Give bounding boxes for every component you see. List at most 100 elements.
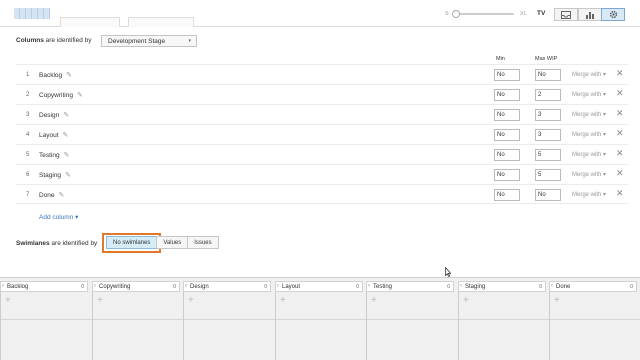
plus-icon[interactable]: + — [5, 296, 11, 306]
board-column-header[interactable]: ‹ Layout 0 — [275, 281, 363, 292]
chevron-left-icon[interactable]: ‹ — [460, 283, 462, 289]
plus-icon[interactable]: + — [371, 296, 377, 306]
swimlanes-identified-label: Swimlanes are identified by — [16, 240, 97, 247]
pencil-icon[interactable]: ✎ — [64, 152, 70, 159]
merge-with-dropdown[interactable]: Merge with ▾ — [572, 111, 606, 118]
close-icon[interactable]: ✕ — [616, 109, 624, 118]
plus-icon[interactable]: + — [188, 296, 194, 306]
close-icon[interactable]: ✕ — [616, 189, 624, 198]
plus-icon[interactable]: + — [280, 296, 286, 306]
merge-with-dropdown[interactable]: Merge with ▾ — [572, 151, 606, 158]
merge-with-dropdown[interactable]: Merge with ▾ — [572, 91, 606, 98]
zoom-slider-thumb[interactable] — [452, 10, 460, 18]
close-icon[interactable]: ✕ — [616, 169, 624, 178]
column-name: Layout ✎ — [39, 131, 68, 139]
max-wip-input[interactable]: No — [535, 69, 561, 81]
board-filter-field[interactable] — [128, 17, 194, 27]
column-name: Testing ✎ — [39, 151, 69, 159]
swimlane-option-group: No swimlanes Values Issues — [106, 236, 219, 249]
issues-button[interactable]: Issues — [187, 236, 219, 249]
max-wip-input[interactable]: 5 — [535, 149, 561, 161]
pencil-icon[interactable]: ✎ — [59, 192, 65, 199]
max-wip-input[interactable]: No — [535, 189, 561, 201]
plus-icon[interactable]: + — [97, 296, 103, 306]
board-column-done: ‹ Done 0 + — [549, 281, 637, 360]
chevron-left-icon[interactable]: ‹ — [185, 283, 187, 289]
column-name-text: Design — [39, 112, 60, 119]
no-swimlanes-button[interactable]: No swimlanes — [106, 236, 158, 249]
board-column-copywriting: ‹ Copywriting 0 + — [92, 281, 180, 360]
close-icon[interactable]: ✕ — [616, 69, 624, 78]
board-column-header[interactable]: ‹ Testing 0 — [366, 281, 454, 292]
row-number: 2 — [26, 92, 30, 98]
board-column-body: + — [275, 292, 363, 360]
column-name: Staging ✎ — [39, 171, 71, 179]
min-input[interactable]: No — [494, 69, 520, 81]
board-column-name: Design — [190, 284, 209, 290]
row-number: 5 — [26, 152, 30, 158]
board-column-header[interactable]: ‹ Staging 0 — [458, 281, 546, 292]
max-wip-input[interactable]: 3 — [535, 129, 561, 141]
chevron-left-icon[interactable]: ‹ — [368, 283, 370, 289]
board-column-staging: ‹ Staging 0 + — [458, 281, 546, 360]
values-button[interactable]: Values — [156, 236, 189, 249]
bar-chart-icon — [586, 11, 594, 19]
board-column-count: 0 — [447, 284, 450, 290]
chevron-down-icon: ▾ — [188, 38, 191, 44]
chevron-left-icon[interactable]: ‹ — [94, 283, 96, 289]
board-column-header[interactable]: ‹ Done 0 — [549, 281, 637, 292]
board-column-header[interactable]: ‹ Design 0 — [183, 281, 271, 292]
board-column-count: 0 — [630, 284, 633, 290]
close-icon[interactable]: ✕ — [616, 129, 624, 138]
min-input[interactable]: No — [494, 189, 520, 201]
settings-view-button[interactable] — [601, 8, 625, 21]
board-column-body: + — [549, 292, 637, 360]
add-column-link[interactable]: Add column ▾ — [39, 213, 78, 221]
min-input[interactable]: No — [494, 89, 520, 101]
merge-with-dropdown[interactable]: Merge with ▾ — [572, 171, 606, 178]
tv-mode-button[interactable]: TV — [537, 10, 545, 17]
max-wip-input[interactable]: 3 — [535, 109, 561, 121]
max-wip-input[interactable]: 5 — [535, 169, 561, 181]
board-column-header[interactable]: ‹ Copywriting 0 — [92, 281, 180, 292]
column-list: 1 Backlog ✎ No No Merge with ▾ ✕ 2 Copywr… — [16, 64, 628, 204]
columns-identified-label: Columns are identified by — [16, 37, 92, 44]
min-input[interactable]: No — [494, 129, 520, 141]
min-input[interactable]: No — [494, 169, 520, 181]
chevron-left-icon[interactable]: ‹ — [277, 283, 279, 289]
merge-with-dropdown[interactable]: Merge with ▾ — [572, 71, 606, 78]
board-column-name: Done — [556, 284, 571, 290]
zoom-max-label: XL — [520, 11, 527, 17]
board-column-count: 0 — [81, 284, 84, 290]
plus-icon[interactable]: + — [463, 296, 469, 306]
max-wip-input[interactable]: 2 — [535, 89, 561, 101]
merge-with-dropdown[interactable]: Merge with ▾ — [572, 131, 606, 138]
min-input[interactable]: No — [494, 109, 520, 121]
zoom-slider[interactable] — [452, 10, 514, 18]
pencil-icon[interactable]: ✎ — [77, 92, 83, 99]
close-icon[interactable]: ✕ — [616, 89, 624, 98]
min-header: Min — [496, 56, 505, 62]
board-column-testing: ‹ Testing 0 + — [366, 281, 454, 360]
row-number: 6 — [26, 172, 30, 178]
board-column-header[interactable]: ‹ Backlog 0 — [0, 281, 88, 292]
pencil-icon[interactable]: ✎ — [63, 112, 69, 119]
close-icon[interactable]: ✕ — [616, 149, 624, 158]
app-logo — [14, 8, 50, 19]
chevron-left-icon[interactable]: ‹ — [2, 283, 4, 289]
min-input[interactable]: No — [494, 149, 520, 161]
board-column-name: Copywriting — [99, 284, 131, 290]
board-column-name: Staging — [465, 284, 486, 290]
board-column-name: Backlog — [7, 284, 29, 290]
pencil-icon[interactable]: ✎ — [65, 172, 71, 179]
column-source-select[interactable]: Development Stage ▾ — [101, 35, 197, 47]
pencil-icon[interactable]: ✎ — [63, 132, 69, 139]
inbox-view-button[interactable] — [554, 8, 578, 21]
plus-icon[interactable]: + — [554, 296, 560, 306]
board-name-field[interactable] — [60, 17, 120, 27]
merge-with-dropdown[interactable]: Merge with ▾ — [572, 191, 606, 198]
chevron-left-icon[interactable]: ‹ — [551, 283, 553, 289]
board-column-layout: ‹ Layout 0 + — [275, 281, 363, 360]
chart-view-button[interactable] — [578, 8, 602, 21]
pencil-icon[interactable]: ✎ — [66, 72, 72, 79]
